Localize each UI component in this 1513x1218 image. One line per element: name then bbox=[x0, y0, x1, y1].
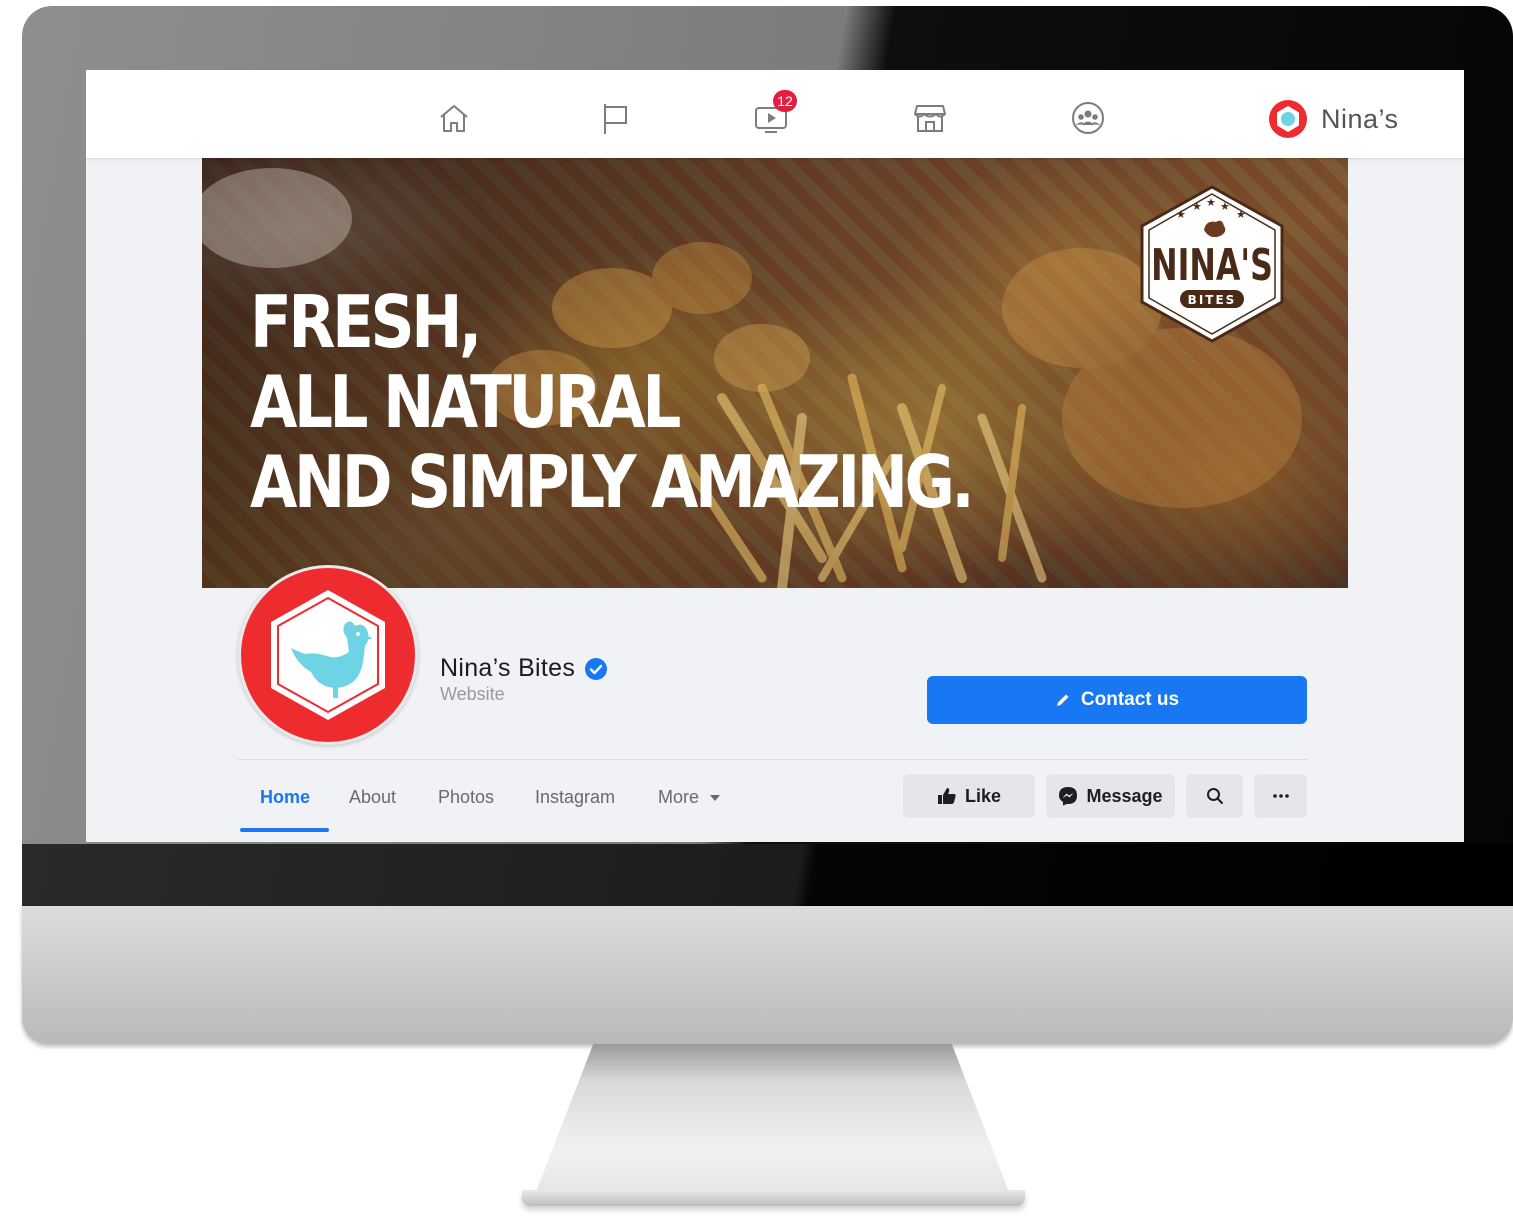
like-label: Like bbox=[964, 785, 1002, 806]
monitor-stand bbox=[535, 1044, 1010, 1194]
marketplace-icon bbox=[914, 105, 946, 132]
divider bbox=[238, 759, 1307, 760]
cover-photo[interactable]: FRESH, ALL NATURAL AND SIMPLY AMAZING. ★… bbox=[202, 158, 1348, 588]
contact-us-label: Contact us bbox=[1080, 689, 1180, 710]
marketplace-nav-button[interactable] bbox=[910, 98, 950, 138]
profile-name: Nina’s bbox=[1321, 103, 1399, 134]
brand-avatar-icon bbox=[1269, 100, 1307, 138]
chicken-logo-icon bbox=[271, 590, 385, 720]
tab-home[interactable]: Home bbox=[260, 787, 310, 808]
pages-nav-button[interactable] bbox=[594, 98, 634, 138]
pencil-icon bbox=[1056, 694, 1069, 706]
monitor-base bbox=[522, 1190, 1025, 1206]
page-title: Nina’s Bites bbox=[440, 654, 608, 683]
search-button[interactable] bbox=[1186, 774, 1243, 818]
verified-badge-icon bbox=[585, 657, 608, 680]
groups-nav-button[interactable] bbox=[1068, 98, 1108, 138]
message-button[interactable]: Message bbox=[1046, 774, 1175, 818]
cover-headline: FRESH, ALL NATURAL AND SIMPLY AMAZING. bbox=[250, 280, 975, 524]
tab-about[interactable]: About bbox=[349, 787, 396, 808]
flag-icon bbox=[604, 104, 627, 134]
svg-text:★: ★ bbox=[1206, 196, 1216, 209]
headline-line: ALL NATURAL bbox=[250, 360, 681, 444]
headline-line: AND SIMPLY AMAZING. bbox=[250, 440, 975, 524]
ninas-bites-logo: ★ ★ ★ ★ ★ NINA'S BITES bbox=[1140, 185, 1284, 343]
more-options-button[interactable] bbox=[1254, 774, 1307, 818]
svg-text:★: ★ bbox=[1176, 208, 1186, 221]
ellipsis-icon bbox=[1272, 794, 1289, 798]
caret-down-icon bbox=[710, 794, 721, 801]
tab-instagram[interactable]: Instagram bbox=[535, 787, 615, 808]
tab-photos[interactable]: Photos bbox=[438, 787, 494, 808]
message-label: Message bbox=[1086, 785, 1163, 806]
svg-text:★: ★ bbox=[1236, 208, 1246, 221]
home-icon bbox=[440, 105, 468, 132]
page-category: Website bbox=[440, 684, 505, 704]
svg-text:★: ★ bbox=[1220, 200, 1230, 213]
tab-more[interactable]: More bbox=[658, 787, 721, 808]
active-tab-indicator bbox=[240, 828, 329, 832]
screen: 12 Nina’s FRESH, ALL NATURAL AND SIMPLY … bbox=[86, 70, 1464, 842]
logo-subtext: BITES bbox=[1188, 293, 1237, 307]
profile-chip[interactable]: Nina’s bbox=[1269, 100, 1399, 138]
thumbs-up-icon bbox=[937, 788, 956, 804]
logo-text: NINA'S bbox=[1151, 240, 1273, 292]
notification-badge: 12 bbox=[773, 90, 797, 112]
like-button[interactable]: Like bbox=[903, 774, 1035, 818]
monitor-chin bbox=[22, 906, 1513, 1044]
tab-more-label: More bbox=[658, 787, 700, 807]
top-navigation-bar: 12 Nina’s bbox=[86, 70, 1464, 158]
watch-nav-button[interactable]: 12 bbox=[751, 90, 797, 138]
search-icon bbox=[1206, 788, 1223, 804]
svg-text:★: ★ bbox=[1192, 200, 1202, 213]
headline-line: FRESH, bbox=[250, 280, 482, 364]
page-name-text: Nina’s Bites bbox=[440, 654, 576, 682]
groups-icon bbox=[1072, 102, 1104, 134]
page-profile-picture[interactable] bbox=[238, 565, 418, 745]
contact-us-button[interactable]: Contact us bbox=[927, 676, 1307, 724]
home-nav-button[interactable] bbox=[434, 98, 474, 138]
messenger-icon bbox=[1059, 787, 1078, 806]
